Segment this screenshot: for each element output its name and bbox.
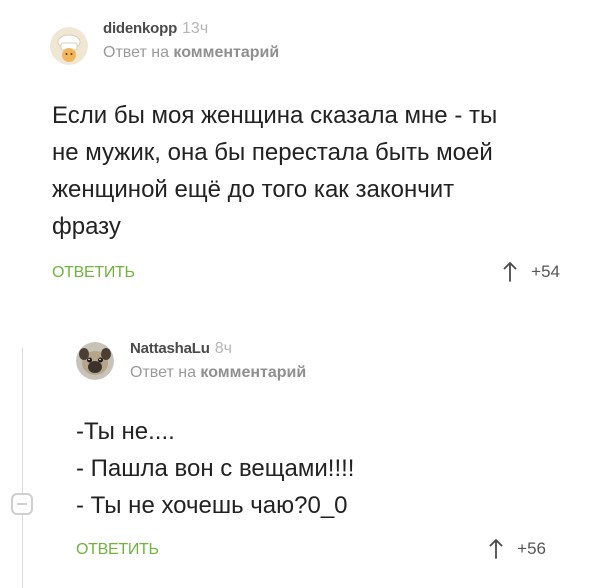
parent-comment-link[interactable]: комментарий [200, 364, 306, 381]
thread-line [22, 348, 23, 588]
reply-reference: Ответ на комментарий [103, 43, 279, 63]
vote-control[interactable]: +56 [489, 539, 546, 559]
comment-actions: ОТВЕТИТЬ +54 [52, 262, 560, 286]
comment-line: фразу [52, 213, 121, 240]
user-avatar[interactable] [76, 342, 114, 380]
parent-comment-link[interactable]: комментарий [173, 44, 279, 61]
comment-body: -Ты не.... - Пашла вон с вещами!!!! - Ты… [76, 413, 354, 524]
reply-button[interactable]: ОТВЕТИТЬ [76, 541, 159, 559]
upvote-arrow-icon[interactable] [489, 539, 503, 559]
comment-line: -Ты не.... [76, 418, 175, 445]
chef-hat-avatar-icon [50, 27, 88, 65]
reply-reference: Ответ на комментарий [130, 363, 306, 383]
timestamp: 13ч [182, 20, 209, 37]
minus-collapse-icon [17, 503, 27, 505]
comment-line: не мужик, она бы перестала быть моей [52, 139, 493, 166]
timestamp: 8ч [214, 340, 232, 357]
vote-control[interactable]: +54 [503, 262, 560, 282]
comment-meta: didenkopp 13ч Ответ на комментарий [103, 18, 279, 63]
comment-line: - Ты не хочешь чаю?0_0 [76, 492, 348, 519]
comment-meta: NattashaLu 8ч Ответ на комментарий [130, 338, 306, 383]
comment-body: Если бы моя женщина сказала мне - ты не … [52, 97, 497, 245]
comment-line: - Пашла вон с вещами!!!! [76, 455, 355, 482]
username[interactable]: didenkopp [103, 20, 177, 37]
comment-actions: ОТВЕТИТЬ +56 [76, 539, 546, 563]
user-avatar[interactable] [50, 27, 88, 65]
comment-line: женщиной ещё до того как закончит [52, 176, 455, 203]
reply-button[interactable]: ОТВЕТИТЬ [52, 264, 135, 282]
reply-prefix: Ответ на [130, 364, 196, 381]
vote-score: +54 [531, 262, 560, 281]
username[interactable]: NattashaLu [130, 340, 210, 357]
upvote-arrow-icon[interactable] [503, 262, 517, 282]
comment-line: Если бы моя женщина сказала мне - ты [52, 102, 498, 129]
collapse-thread-button[interactable] [11, 493, 33, 515]
vote-score: +56 [517, 539, 546, 558]
pug-avatar-icon [76, 342, 114, 380]
reply-prefix: Ответ на [103, 44, 169, 61]
